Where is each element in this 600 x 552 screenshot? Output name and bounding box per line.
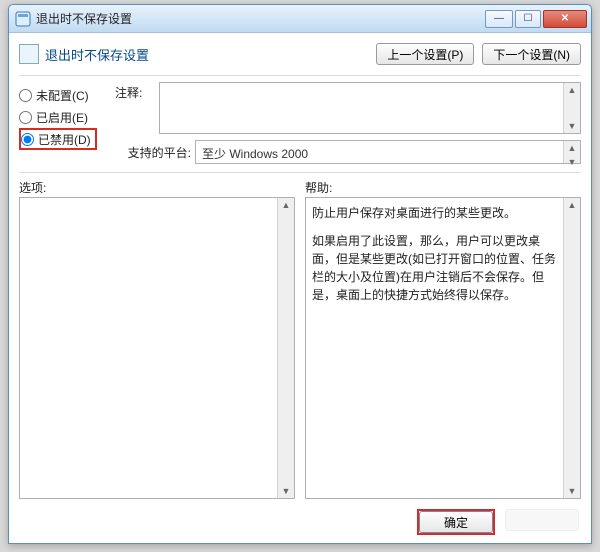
window-title: 退出时不保存设置 (36, 10, 483, 27)
radio-enabled[interactable]: 已启用(E) (19, 106, 115, 128)
comment-area: 注释: ▲ ▼ 支持的平台: 至少 Windows 2000 ▲ (115, 82, 581, 164)
radio-enabled-input[interactable] (19, 111, 32, 124)
policy-icon (19, 44, 39, 64)
highlight-ok: 确定 (417, 509, 495, 535)
close-button[interactable]: ✕ (543, 10, 587, 28)
scroll-down-icon: ▼ (282, 484, 291, 498)
options-scrollbar[interactable]: ▲ ▼ (277, 198, 294, 498)
state-radios: 未配置(C) 已启用(E) 已禁用(D) (19, 82, 115, 150)
radio-enabled-label: 已启用(E) (36, 109, 88, 126)
platform-box: 至少 Windows 2000 ▲ ▼ (195, 140, 581, 164)
scroll-up-icon: ▲ (568, 141, 577, 155)
help-panel: 帮助: 防止用户保存对桌面进行的某些更改。 如果启用了此设置，那么，用户可以更改… (305, 179, 581, 499)
help-label: 帮助: (305, 179, 581, 197)
next-setting-button[interactable]: 下一个设置(N) (482, 43, 581, 65)
footer: 确定 (19, 499, 581, 537)
help-text: 防止用户保存对桌面进行的某些更改。 如果启用了此设置，那么，用户可以更改桌面，但… (312, 204, 560, 304)
app-icon (15, 11, 31, 27)
header-row: 退出时不保存设置 上一个设置(P) 下一个设置(N) (19, 33, 581, 71)
minimize-button[interactable]: — (485, 10, 513, 28)
scroll-down-icon: ▼ (568, 119, 577, 133)
scroll-up-icon: ▲ (568, 198, 577, 212)
help-box: 防止用户保存对桌面进行的某些更改。 如果启用了此设置，那么，用户可以更改桌面，但… (305, 197, 581, 499)
radio-not-configured[interactable]: 未配置(C) (19, 84, 115, 106)
comment-textbox[interactable]: ▲ ▼ (159, 82, 581, 134)
platform-value: 至少 Windows 2000 (202, 147, 308, 161)
radio-not-configured-input[interactable] (19, 89, 32, 102)
divider (19, 172, 581, 173)
options-label: 选项: (19, 179, 295, 197)
previous-setting-button[interactable]: 上一个设置(P) (376, 43, 474, 65)
policy-title: 退出时不保存设置 (45, 45, 376, 64)
scroll-up-icon: ▲ (568, 83, 577, 97)
radio-not-configured-label: 未配置(C) (36, 87, 89, 104)
help-paragraph-1: 防止用户保存对桌面进行的某些更改。 (312, 204, 560, 222)
divider (19, 75, 581, 76)
maximize-button[interactable]: ☐ (515, 10, 541, 28)
config-row: 未配置(C) 已启用(E) 已禁用(D) 注释: (19, 82, 581, 164)
ok-button[interactable]: 确定 (419, 511, 493, 533)
radio-disabled[interactable]: 已禁用(D) (21, 128, 91, 150)
radio-disabled-input[interactable] (21, 133, 34, 146)
comment-label: 注释: (115, 82, 159, 134)
titlebar[interactable]: 退出时不保存设置 — ☐ ✕ (9, 5, 591, 33)
window-controls: — ☐ ✕ (483, 10, 587, 28)
help-scrollbar[interactable]: ▲ ▼ (563, 198, 580, 498)
scroll-down-icon: ▼ (568, 484, 577, 498)
panels: 选项: ▲ ▼ 帮助: 防止用户保存对桌面进行的某些更改。 如果启用了此设置，那… (19, 179, 581, 499)
secondary-button-placeholder (505, 509, 579, 531)
options-panel: 选项: ▲ ▼ (19, 179, 295, 499)
client-area: 退出时不保存设置 上一个设置(P) 下一个设置(N) 未配置(C) 已启用(E) (9, 33, 591, 543)
dialog-window: 退出时不保存设置 — ☐ ✕ 退出时不保存设置 上一个设置(P) 下一个设置(N… (8, 4, 592, 544)
platform-scrollbar[interactable]: ▲ ▼ (563, 141, 580, 163)
help-paragraph-2: 如果启用了此设置，那么，用户可以更改桌面，但是某些更改(如已打开窗口的位置、任务… (312, 232, 560, 304)
scroll-up-icon: ▲ (282, 198, 291, 212)
radio-disabled-label: 已禁用(D) (38, 131, 91, 148)
highlight-disabled: 已禁用(D) (19, 128, 97, 150)
comment-scrollbar[interactable]: ▲ ▼ (563, 83, 580, 133)
options-box: ▲ ▼ (19, 197, 295, 499)
scroll-down-icon: ▼ (568, 155, 577, 169)
platform-label: 支持的平台: (115, 144, 195, 161)
